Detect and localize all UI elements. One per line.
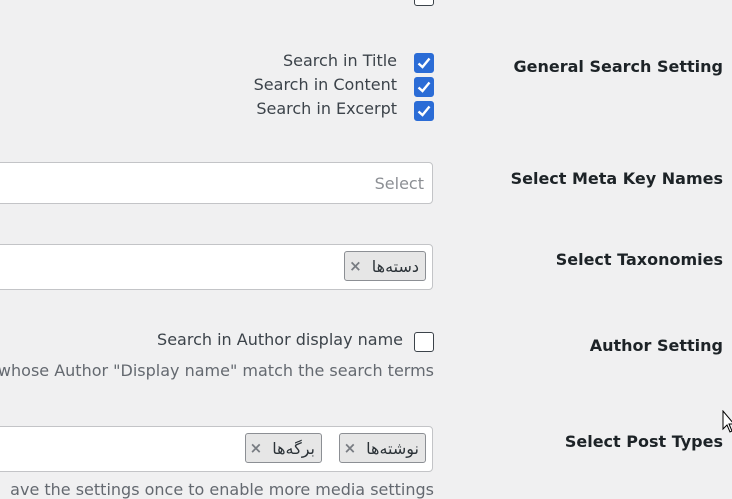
close-icon[interactable]: × xyxy=(344,439,357,457)
post-types-label: Select Post Types xyxy=(564,432,723,451)
check-icon xyxy=(417,81,431,93)
meta-key-names-label: Select Meta Key Names xyxy=(510,169,723,188)
author-display-name-label: Search in Author display name xyxy=(157,330,403,349)
search-title-label: Search in Title xyxy=(282,51,397,70)
post-type-tag-label: برگه‌ها xyxy=(272,438,315,458)
meta-key-placeholder: Select xyxy=(374,174,424,193)
author-setting-label: Author Setting xyxy=(589,336,723,355)
search-excerpt-label: Search in Excerpt xyxy=(256,99,397,118)
post-type-tag[interactable]: × نوشته‌ها xyxy=(338,433,426,463)
post-type-tag[interactable]: × برگه‌ها xyxy=(244,433,322,463)
taxonomies-label: Select Taxonomies xyxy=(555,250,723,269)
check-icon xyxy=(417,105,431,117)
post-type-tag-label: نوشته‌ها xyxy=(366,438,419,458)
taxonomy-tag[interactable]: × دسته‌ها xyxy=(344,251,426,281)
meta-key-select[interactable]: Select xyxy=(0,162,433,204)
general-search-setting-label: General Search Setting xyxy=(513,57,723,76)
search-excerpt-checkbox[interactable] xyxy=(414,101,434,121)
post-types-select[interactable]: × نوشته‌ها × برگه‌ها xyxy=(0,426,433,472)
search-content-label: Search in Content xyxy=(253,75,397,94)
author-description: whose Author "Display name" match the se… xyxy=(0,361,434,380)
mouse-cursor-icon xyxy=(722,409,732,438)
check-icon xyxy=(417,57,431,69)
author-display-name-checkbox[interactable] xyxy=(414,332,434,352)
close-icon[interactable]: × xyxy=(250,439,263,457)
taxonomy-tag-label: دسته‌ها xyxy=(371,256,419,276)
search-content-checkbox[interactable] xyxy=(414,77,434,97)
checkbox-partial-top[interactable] xyxy=(414,0,434,6)
close-icon[interactable]: × xyxy=(349,257,362,275)
taxonomies-select[interactable]: × دسته‌ها xyxy=(0,244,433,290)
post-types-description: ave the settings once to enable more med… xyxy=(10,480,434,499)
search-title-checkbox[interactable] xyxy=(414,53,434,73)
